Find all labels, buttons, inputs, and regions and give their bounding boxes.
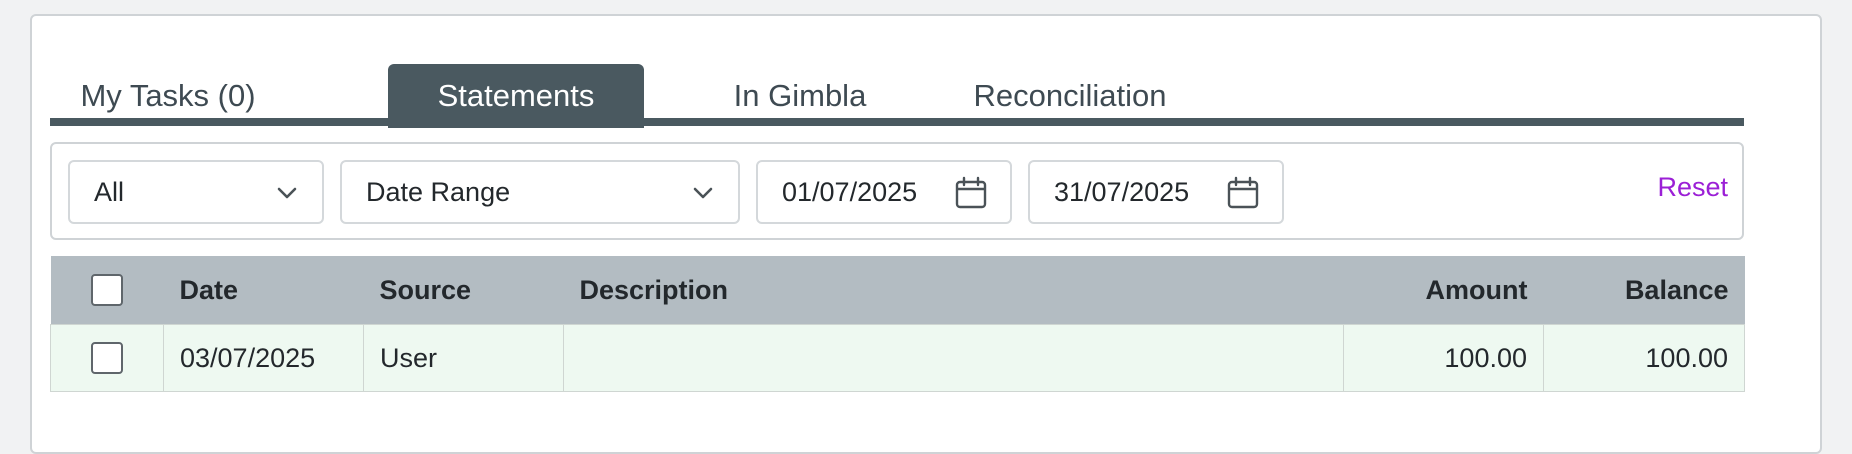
column-header-balance[interactable]: Balance — [1543, 256, 1745, 325]
type-select-value: All — [94, 177, 125, 207]
filter-bar: All Date Range 01/07/2025 31/07/2025 Res… — [50, 142, 1744, 240]
column-header-amount[interactable]: Amount — [1343, 256, 1544, 325]
chevron-down-icon — [693, 187, 713, 199]
row-select-cell — [50, 324, 164, 392]
chevron-down-icon — [277, 187, 297, 199]
row-description — [563, 324, 1344, 392]
table-row[interactable]: 03/07/2025 User 100.00 100.00 — [50, 324, 1745, 392]
date-from-field[interactable]: 01/07/2025 — [756, 160, 1012, 224]
select-all-cell — [50, 256, 164, 325]
column-header-source[interactable]: Source — [363, 256, 564, 325]
date-from-value: 01/07/2025 — [782, 177, 918, 207]
row-checkbox[interactable] — [91, 342, 123, 375]
date-to-value: 31/07/2025 — [1054, 177, 1190, 207]
column-header-date[interactable]: Date — [163, 256, 364, 325]
date-to-field[interactable]: 31/07/2025 — [1028, 160, 1284, 224]
calendar-icon[interactable] — [954, 176, 988, 210]
table-header-row: Date Source Description Amount Balance — [50, 256, 1745, 325]
row-balance: 100.00 — [1543, 324, 1745, 392]
period-select-value: Date Range — [366, 177, 511, 207]
select-all-checkbox[interactable] — [91, 274, 123, 307]
period-select[interactable]: Date Range — [340, 160, 740, 224]
calendar-icon[interactable] — [1226, 176, 1260, 210]
type-select[interactable]: All — [68, 160, 324, 224]
tab-underline — [50, 118, 1744, 126]
reset-link[interactable]: Reset — [1657, 172, 1728, 203]
row-source: User — [363, 324, 564, 392]
row-date: 03/07/2025 — [163, 324, 364, 392]
row-amount: 100.00 — [1343, 324, 1544, 392]
column-header-description[interactable]: Description — [563, 256, 1344, 325]
statements-table: Date Source Description Amount Balance 0… — [50, 256, 1745, 392]
